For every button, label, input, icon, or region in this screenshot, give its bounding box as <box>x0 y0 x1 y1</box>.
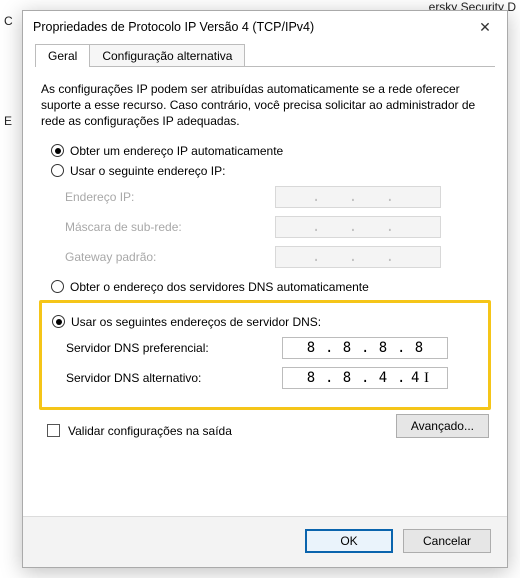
description-text: As configurações IP podem ser atribuídas… <box>41 81 489 130</box>
ipv4-properties-dialog: Propriedades de Protocolo IP Versão 4 (T… <box>22 10 508 568</box>
input-dns-pref[interactable]: 8. 8. 8. 8 <box>282 337 448 359</box>
tab-general[interactable]: Geral <box>35 44 90 67</box>
label-gateway: Gateway padrão: <box>65 250 275 264</box>
dns-alt-oct3: 4 <box>369 370 397 386</box>
field-row-dns-alt: Servidor DNS alternativo: 8. 8. 4. 4 I <box>66 367 482 389</box>
text-cursor-icon: I <box>424 370 429 387</box>
dialog-body: As configurações IP podem ser atribuídas… <box>23 67 507 516</box>
checkbox-icon <box>47 424 60 437</box>
tabstrip: Geral Configuração alternativa <box>23 43 507 67</box>
label-ip: Endereço IP: <box>65 190 275 204</box>
radio-dns-manual-label: Usar os seguintes endereços de servidor … <box>71 315 321 329</box>
tab-alt-config[interactable]: Configuração alternativa <box>89 44 245 67</box>
dns-pref-oct3: 8 <box>369 340 397 356</box>
field-row-gateway: Gateway padrão: . . . <box>65 246 489 268</box>
input-ip: . . . <box>275 186 441 208</box>
close-button[interactable]: ✕ <box>465 13 505 41</box>
field-row-mask: Máscara de sub-rede: . . . <box>65 216 489 238</box>
radio-icon <box>51 144 64 157</box>
ip-fields-group: Endereço IP: . . . Máscara de sub-rede: … <box>65 186 489 268</box>
radio-icon <box>52 315 65 328</box>
dns-pref-oct2: 8 <box>333 340 361 356</box>
cancel-button-label: Cancelar <box>423 534 471 548</box>
close-icon: ✕ <box>479 19 491 36</box>
ok-button[interactable]: OK <box>305 529 393 553</box>
input-dns-alt[interactable]: 8. 8. 4. 4 I <box>282 367 448 389</box>
ok-button-label: OK <box>340 534 357 548</box>
radio-icon <box>51 280 64 293</box>
radio-ip-manual[interactable]: Usar o seguinte endereço IP: <box>51 164 489 178</box>
field-row-ip: Endereço IP: . . . <box>65 186 489 208</box>
dns-highlight-box: Usar os seguintes endereços de servidor … <box>39 300 491 410</box>
dns-pref-oct1: 8 <box>297 340 325 356</box>
dns-alt-oct1: 8 <box>297 370 325 386</box>
advanced-button[interactable]: Avançado... <box>396 414 489 438</box>
dns-pref-oct4: 8 <box>405 340 433 356</box>
advanced-button-label: Avançado... <box>411 419 474 433</box>
label-mask: Máscara de sub-rede: <box>65 220 275 234</box>
radio-dns-auto[interactable]: Obter o endereço dos servidores DNS auto… <box>51 280 489 294</box>
dns-alt-oct2: 8 <box>333 370 361 386</box>
radio-dns-manual[interactable]: Usar os seguintes endereços de servidor … <box>52 315 482 329</box>
field-row-dns-pref: Servidor DNS preferencial: 8. 8. 8. 8 <box>66 337 482 359</box>
radio-ip-manual-label: Usar o seguinte endereço IP: <box>70 164 225 178</box>
dialog-title: Propriedades de Protocolo IP Versão 4 (T… <box>33 20 465 34</box>
input-mask: . . . <box>275 216 441 238</box>
radio-dns-auto-label: Obter o endereço dos servidores DNS auto… <box>70 280 369 294</box>
validate-label: Validar configurações na saída <box>68 424 232 438</box>
cancel-button[interactable]: Cancelar <box>403 529 491 553</box>
bg-text-left-e: E <box>4 114 12 128</box>
label-dns-alt: Servidor DNS alternativo: <box>66 371 282 385</box>
titlebar: Propriedades de Protocolo IP Versão 4 (T… <box>23 11 507 43</box>
tab-general-label: Geral <box>48 49 77 63</box>
label-dns-pref: Servidor DNS preferencial: <box>66 341 282 355</box>
radio-icon <box>51 164 64 177</box>
tab-alt-config-label: Configuração alternativa <box>102 49 232 63</box>
radio-ip-auto[interactable]: Obter um endereço IP automaticamente <box>51 144 489 158</box>
radio-ip-auto-label: Obter um endereço IP automaticamente <box>70 144 283 158</box>
dns-fields-group: Servidor DNS preferencial: 8. 8. 8. 8 Se… <box>66 337 482 389</box>
dialog-footer: OK Cancelar <box>23 516 507 567</box>
bg-text-topleft: C <box>4 14 13 28</box>
input-gateway: . . . <box>275 246 441 268</box>
